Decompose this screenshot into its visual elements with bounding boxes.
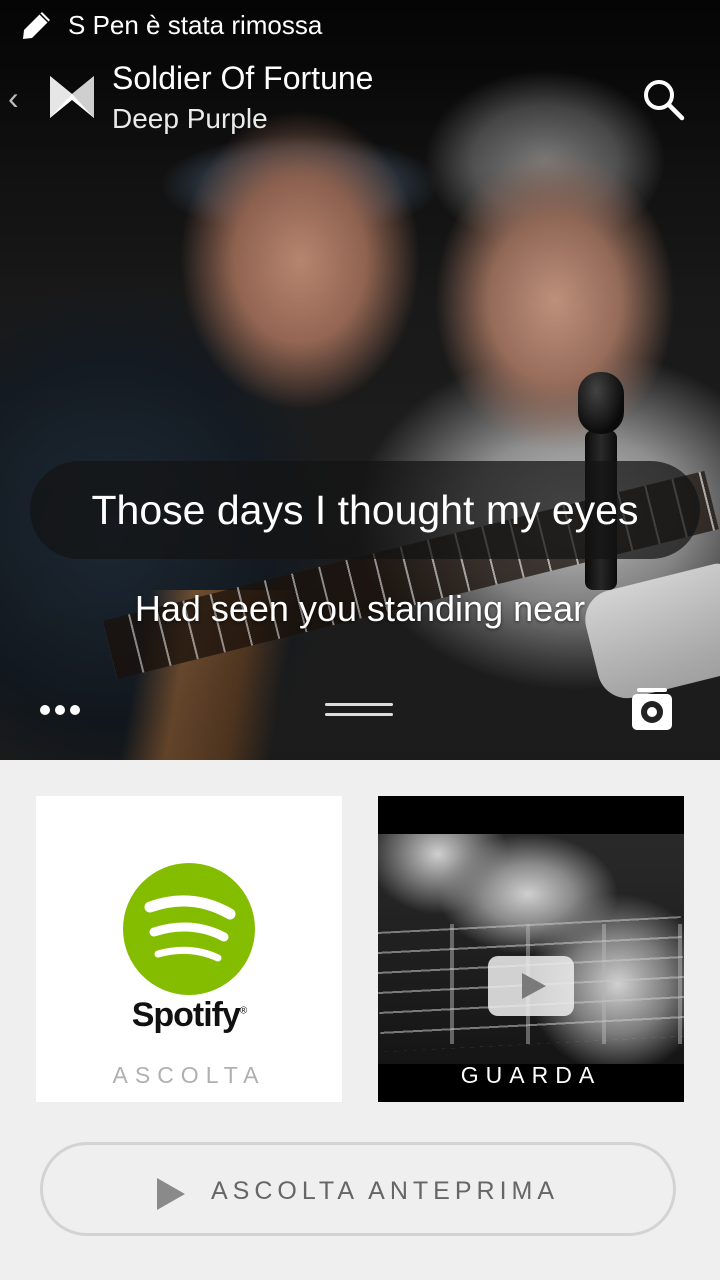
camera-icon[interactable] — [630, 686, 674, 732]
video-thumbnail — [378, 834, 684, 1064]
status-text: S Pen è stata rimossa — [68, 10, 323, 40]
spotify-listen-label: ASCOLTA — [112, 1062, 266, 1088]
next-lyric-line: Had seen you standing near — [134, 588, 586, 629]
musixmatch-logo-icon[interactable] — [50, 76, 94, 118]
pen-icon — [23, 12, 50, 39]
spotify-wordmark: Spotify® — [131, 996, 248, 1034]
play-triangle-icon — [157, 1178, 185, 1210]
current-lyric-line: Those days I thought my eyes — [91, 486, 639, 533]
song-title: Soldier Of Fortune — [112, 60, 374, 96]
spotify-logo-icon — [123, 863, 255, 995]
more-dots-icon[interactable] — [38, 700, 84, 720]
play-icon[interactable] — [488, 956, 574, 1016]
listen-preview-button[interactable]: ASCOLTA ANTEPRIMA — [40, 1142, 676, 1236]
video-watch-label: GUARDA — [460, 1062, 602, 1088]
spotify-card[interactable]: Spotify® ASCOLTA — [36, 796, 342, 1102]
search-icon[interactable] — [640, 76, 686, 122]
drag-handle-icon[interactable] — [325, 699, 393, 721]
status-bar: S Pen è stata rimossa — [0, 0, 720, 50]
chevron-left-icon[interactable]: ‹ — [8, 82, 19, 114]
preview-button-label: ASCOLTA ANTEPRIMA — [211, 1177, 560, 1205]
song-artist: Deep Purple — [112, 103, 268, 134]
video-card[interactable]: GUARDA — [378, 796, 684, 1102]
current-lyric-highlight: Those days I thought my eyes — [30, 461, 700, 559]
app-bar: ‹ Soldier Of Fortune Deep Purple — [0, 56, 720, 140]
